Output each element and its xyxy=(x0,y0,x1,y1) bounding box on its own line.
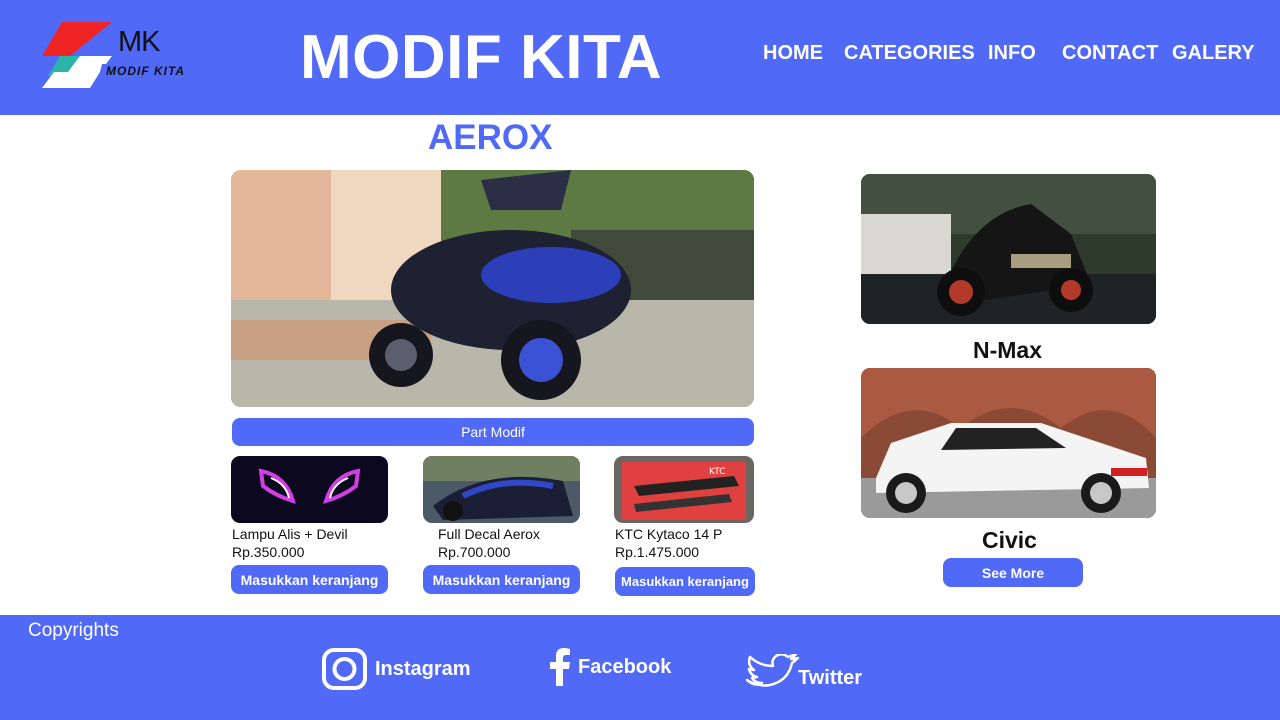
part-modif-button[interactable]: Part Modif xyxy=(232,418,754,446)
facebook-label: Facebook xyxy=(578,655,672,678)
nav-contact[interactable]: CONTACT xyxy=(1062,42,1158,65)
nav-info[interactable]: INFO xyxy=(988,42,1036,65)
logo-mark-icon xyxy=(42,22,180,88)
product-image[interactable] xyxy=(423,456,580,523)
civic-image[interactable] xyxy=(861,368,1156,518)
twitter-icon xyxy=(745,653,800,687)
nav-home[interactable]: HOME xyxy=(763,42,823,65)
hero-image xyxy=(231,170,754,407)
product-price: Rp.350.000 xyxy=(232,544,305,560)
product-image[interactable] xyxy=(231,456,388,523)
facebook-icon xyxy=(550,648,570,686)
product-name: KTC Kytaco 14 P xyxy=(615,526,723,542)
nmax-image[interactable] xyxy=(861,174,1156,324)
instagram-icon xyxy=(322,648,367,690)
instagram-link[interactable]: Instagram xyxy=(322,648,471,690)
product-image[interactable]: KTC xyxy=(614,456,754,523)
instagram-label: Instagram xyxy=(375,657,471,680)
product-name: Full Decal Aerox xyxy=(438,526,540,542)
copyright-text: Copyrights xyxy=(28,620,119,641)
civic-label[interactable]: Civic xyxy=(982,527,1037,554)
site-title: MODIF KITA xyxy=(300,23,663,92)
logo-text: MODIF KITA xyxy=(106,64,186,78)
section-title: AEROX xyxy=(428,118,553,157)
product-name: Lampu Alis + Devil xyxy=(232,526,348,542)
site-logo[interactable]: MK MODIF KITA xyxy=(40,20,185,90)
site-header: MK MODIF KITA MODIF KITA HOME CATEGORIES… xyxy=(0,0,1280,115)
facebook-link[interactable]: Facebook xyxy=(549,648,671,686)
product-price: Rp.700.000 xyxy=(438,544,511,560)
nav-categories[interactable]: CATEGORIES xyxy=(844,42,975,65)
logo-initials: MK xyxy=(118,26,160,58)
add-to-cart-button[interactable]: Masukkan keranjang xyxy=(615,567,755,596)
add-to-cart-button[interactable]: Masukkan keranjang xyxy=(423,565,580,594)
twitter-label: Twitter xyxy=(798,667,863,689)
nav-galery[interactable]: GALERY xyxy=(1172,42,1255,65)
twitter-link[interactable]: Twitter xyxy=(744,653,862,690)
see-more-button[interactable]: See More xyxy=(943,558,1083,587)
svg-text:KTC: KTC xyxy=(709,467,725,477)
nmax-label[interactable]: N-Max xyxy=(973,337,1042,364)
product-price: Rp.1.475.000 xyxy=(615,544,700,560)
site-footer: Copyrights Instagram Facebook Twitter xyxy=(0,615,1280,720)
add-to-cart-button[interactable]: Masukkan keranjang xyxy=(231,565,388,594)
